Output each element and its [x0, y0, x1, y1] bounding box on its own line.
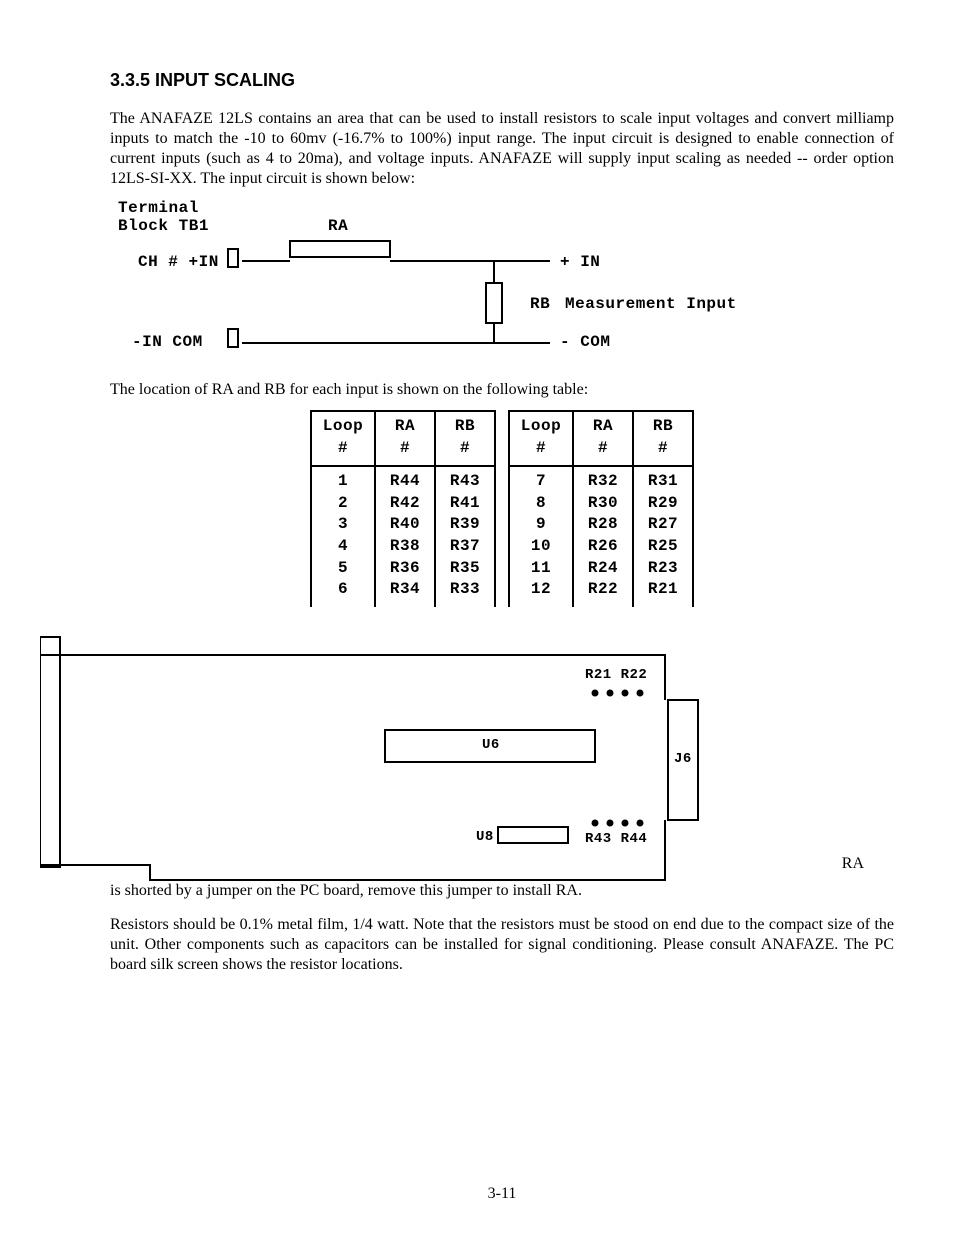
resistor-table: Loop# RA# RB# 123456 R44R42R40R38R36R34 … — [310, 410, 694, 607]
page-number: 3-11 — [110, 1185, 894, 1203]
table-cell: 123456 — [312, 467, 376, 607]
col-header: Loop# — [312, 412, 376, 465]
col-header: RB# — [436, 412, 494, 465]
resistor-table-right: Loop# RA# RB# 789101112 R32R30R28R26R24R… — [508, 410, 694, 607]
board-layout-diagram: R21 R22 U6 J6 U8 R43 R44 — [40, 625, 740, 885]
table-cell: R44R42R40R38R36R34 — [376, 467, 436, 607]
table-cell: R31R29R27R25R23R21 — [634, 467, 692, 607]
r43-r44-label: R43 R44 — [585, 831, 647, 847]
col-header: RA# — [376, 412, 436, 465]
resistor-table-left: Loop# RA# RB# 123456 R44R42R40R38R36R34 … — [310, 410, 496, 607]
col-header: RA# — [574, 412, 634, 465]
ra-trailing-label: RA — [842, 855, 864, 873]
circuit-svg — [110, 199, 750, 374]
table-intro: The location of RA and RB for each input… — [110, 380, 894, 400]
col-header: RB# — [634, 412, 692, 465]
u6-label: U6 — [482, 737, 500, 753]
section-heading: 3.3.5 INPUT SCALING — [110, 70, 894, 91]
j6-label: J6 — [674, 751, 692, 767]
col-header: Loop# — [510, 412, 574, 465]
input-circuit-diagram: Terminal Block TB1 RA CH # +IN -IN COM +… — [110, 199, 894, 374]
table-cell: R32R30R28R26R24R22 — [574, 467, 634, 607]
u8-label: U8 — [476, 829, 494, 845]
r21-r22-label: R21 R22 — [585, 667, 647, 683]
intro-paragraph: The ANAFAZE 12LS contains an area that c… — [110, 109, 894, 189]
table-cell: 789101112 — [510, 467, 574, 607]
table-cell: R43R41R39R37R35R33 — [436, 467, 494, 607]
resistor-spec-paragraph: Resistors should be 0.1% metal film, 1/4… — [110, 915, 894, 975]
